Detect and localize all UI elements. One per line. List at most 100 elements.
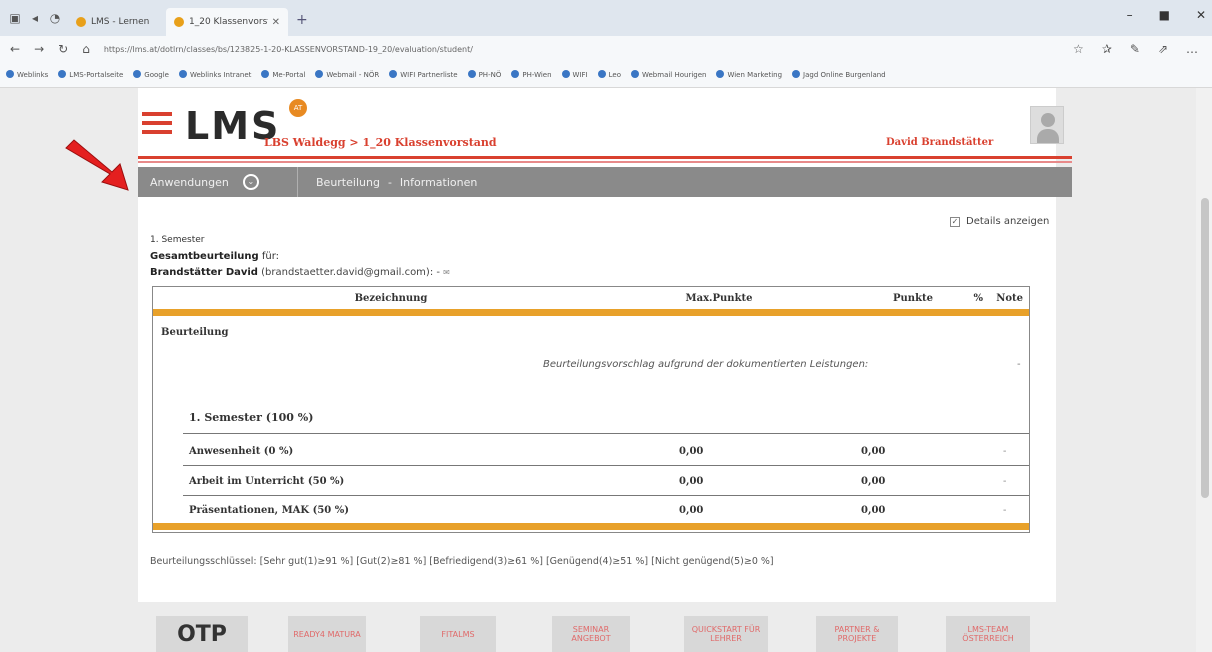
bookmark-item[interactable]: Jagd Online Burgenland [792,70,886,79]
close-tab-icon[interactable]: ✕ [272,17,280,28]
header-bezeichnung: Bezeichnung [354,292,428,304]
hamburger-menu-icon[interactable] [142,112,172,138]
footer-logo-seminar[interactable]: SEMINAR ANGEBOT [552,616,630,652]
share-icon[interactable]: ⇗ [1158,42,1168,56]
row-note: - [1003,475,1007,487]
bookmark-item[interactable]: Weblinks [6,70,48,79]
breadcrumb[interactable]: LBS Waldegg > 1_20 Klassenvorstand [264,136,497,149]
address-bar: ← → ↻ ⌂ https://lms.at/dotlrn/classes/bs… [0,36,1212,62]
row-divider [183,495,1029,496]
row-divider [183,433,1029,434]
bookmarks-bar: Weblinks LMS-Portalseite Google Weblinks In… [0,62,1212,88]
bookmark-label: PH-Wien [522,71,552,79]
close-window-icon[interactable]: ✕ [1196,8,1206,22]
bookmark-label: Google [144,71,169,79]
favorite-star-icon[interactable]: ☆ [1073,42,1084,56]
scrollbar-thumb[interactable] [1201,198,1209,498]
bookmark-item[interactable]: PH-Wien [511,70,552,79]
footer-logo-otp[interactable]: OTP [156,616,248,652]
footer-logo-ready4matura[interactable]: READY4 MATURA [288,616,366,652]
address-bar-actions: ☆ ✰ ✎ ⇗ … [1073,42,1198,56]
bookmark-item[interactable]: Google [133,70,169,79]
semester-label: 1. Semester [150,235,205,245]
vorschlag-text: Beurteilungsvorschlag aufgrund der dokum… [543,359,869,370]
table-row: Präsentationen, MAK (50 %) 0,00 0,00 - [189,500,1029,520]
bookmark-icon [561,70,570,78]
details-toggle[interactable]: ✓ Details anzeigen [950,216,1049,227]
footer-logo-lms-team[interactable]: LMS-TEAM ÖSTERREICH [946,616,1030,652]
bookmark-label: PH-NÖ [478,71,502,79]
forward-icon[interactable]: → [34,42,44,56]
bookmark-item[interactable]: WIFI [561,70,588,79]
user-name[interactable]: David Brandstätter [886,137,993,148]
browser-tab-1[interactable]: LMS - Lernen mit System [68,8,160,36]
url-field[interactable]: https://lms.at/dotlrn/classes/bs/123825-… [104,45,1059,54]
details-label: Details anzeigen [966,216,1050,227]
details-checkbox[interactable]: ✓ [950,216,960,227]
apps-menu-button[interactable]: Anwendungen ⌄ [138,167,298,197]
row-max: 0,00 [679,504,704,516]
scrollbar[interactable] [1196,88,1212,652]
browser-tab-2[interactable]: 1_20 Klassenvorstand - ✕ [166,8,288,36]
bookmark-item[interactable]: Wien Marketing [716,70,782,79]
bookmark-label: Webmail - NÖR [326,71,380,79]
notes-icon[interactable]: ✎ [1130,42,1140,56]
table-row: Arbeit im Unterricht (50 %) 0,00 0,00 - [189,471,1029,491]
row-note: - [1003,445,1007,457]
row-points: 0,00 [861,504,886,516]
back-icon[interactable]: ← [10,42,20,56]
bookmark-icon [389,70,398,78]
bookmark-item[interactable]: LMS-Portalseite [58,70,123,79]
header-punkte: Punkte [893,292,933,304]
bookmark-label: Jagd Online Burgenland [803,71,886,79]
tab-actions-icon[interactable]: ▣ [8,11,22,25]
row-points: 0,00 [861,475,886,487]
bookmark-item[interactable]: Webmail - NÖR [315,70,379,79]
home-icon[interactable]: ⌂ [82,42,90,56]
bookmark-item[interactable]: WIFI Partnerliste [389,70,458,79]
footer-logo-quickstart[interactable]: QUICKSTART FÜR LEHRER [684,616,768,652]
vorschlag-value: - [1017,359,1021,370]
menu-bar: Anwendungen ⌄ Beurteilung - Informatione… [138,167,1072,197]
footer-logo-fitalms[interactable]: FITALMS [420,616,496,652]
bookmark-item[interactable]: Webmail Hourigen [630,70,706,79]
maximize-icon[interactable]: ■ [1159,8,1170,22]
student-name: Brandstätter David [150,267,258,278]
bookmark-icon [716,70,725,78]
bookmark-item[interactable]: Me-Portal [261,70,305,79]
bookmark-icon [630,70,639,78]
bookmark-label: WIFI [572,71,588,79]
header-note: Note [996,292,1023,304]
reload-icon[interactable]: ↻ [58,42,68,56]
tab-back-icon[interactable]: ◂ [28,11,42,25]
favorites-icon[interactable]: ✰ [1102,42,1112,56]
footer-logo-partner[interactable]: PARTNER & PROJEKTE [816,616,898,652]
bookmark-item[interactable]: Leo [597,70,621,79]
avatar[interactable] [1030,106,1064,144]
row-name: Arbeit im Unterricht (50 %) [189,475,345,487]
bookmark-icon [6,70,14,78]
gesamt-bold: Gesamtbeurteilung [150,251,259,262]
new-tab-icon[interactable]: + [296,12,308,28]
favicon-icon [76,17,86,27]
section-title: Beurteilung [161,327,229,338]
more-icon[interactable]: … [1186,42,1198,56]
bookmark-item[interactable]: Weblinks Intranet [178,70,252,79]
semester-heading: 1. Semester (100 %) [189,411,314,424]
header-divider [138,156,1072,159]
crumb-informationen[interactable]: Informationen [400,176,477,189]
crumb-beurteilung[interactable]: Beurteilung [316,176,380,189]
bookmark-icon [597,70,606,78]
tab-title: 1_20 Klassenvorstand - [189,17,268,27]
bookmark-item[interactable]: PH-NÖ [467,70,502,79]
window-controls: – ■ ✕ [1127,8,1206,22]
bookmark-icon [178,70,187,78]
bookmark-label: Leo [608,71,621,79]
bookmark-icon [261,70,270,78]
tab-history-icon[interactable]: ◔ [48,11,62,25]
row-points: 0,00 [861,445,886,457]
minimize-icon[interactable]: – [1127,8,1133,22]
chevron-circle-icon: ⌄ [242,174,259,190]
bookmark-label: Weblinks Intranet [189,71,252,79]
mail-icon[interactable]: ✉ [443,268,450,277]
